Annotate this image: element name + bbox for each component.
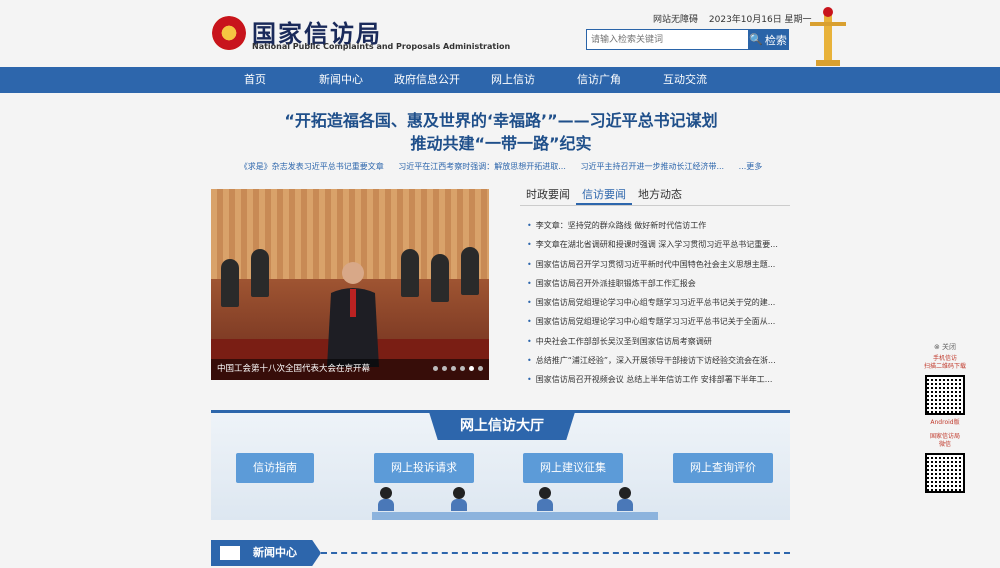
newspaper-icon [218,544,242,562]
section-divider [321,552,790,554]
list-item[interactable]: 总结推广“浦江经验”，深入开展领导干部接访下访经验交流会在浙... [527,351,782,370]
nav-news-center[interactable]: 新闻中心 [298,67,384,93]
national-emblem-icon [212,16,246,50]
list-item[interactable]: 国家信访局党组理论学习中心组专题学习习近平总书记关于党的建... [527,293,782,312]
headline[interactable]: “开拓造福各国、惠及世界的‘幸福路’”——习近平总书记谋划 推动共建“一带一路”… [212,109,790,155]
carousel-dot[interactable] [433,366,438,371]
online-suggestion-button[interactable]: 网上建议征集 [523,453,623,483]
news-list: 李文章：坚持党的群众路线 做好新时代信访工作 李文章在湖北省调研和授课时强调 深… [527,216,782,390]
current-date: 2023年10月16日 星期一 [708,15,812,25]
photo-person [431,254,449,302]
headline-line1[interactable]: “开拓造福各国、惠及世界的‘幸福路’”——习近平总书记谋划 [212,109,790,132]
site-title-english: National Public Complaints and Proposals… [252,42,511,51]
photo-main-figure [327,262,379,367]
headline-line2[interactable]: 推动共建“一带一路”纪实 [212,132,790,155]
carousel-dots [433,366,483,371]
android-label: Android版 [930,419,960,426]
photo-person [461,247,479,295]
qr-sidebar: ⊗ 关闭 手机信访 扫描二维码下载 Android版 国家信访局 微信 [920,343,970,497]
more-link[interactable]: ...更多 [739,162,763,171]
carousel-dot[interactable] [460,366,465,371]
search-icon: 🔍 [749,33,763,46]
carousel-dot-active[interactable] [469,366,474,371]
nav-interaction[interactable]: 互动交流 [642,67,728,93]
app-qr-code [925,375,965,415]
photo-carousel[interactable]: 中国工会第十八次全国代表大会在京开幕 [211,189,489,380]
mobile-app-label: 手机信访 扫描二维码下载 [923,355,966,370]
tab-local-news[interactable]: 地方动态 [632,185,688,205]
online-complaint-button[interactable]: 网上投诉请求 [374,453,474,483]
huabiao-pillar-icon [810,7,846,66]
news-tabs: 时政要闻 信访要闻 地方动态 [520,185,790,206]
list-item[interactable]: 国家信访局召开视频会议 总结上半年信访工作 安排部署下半年工... [527,370,782,389]
main-nav: 首页 新闻中心 政府信息公开 网上信访 信访广角 互动交流 [0,67,1000,93]
list-item[interactable]: 李文章在湖北省调研和授课时强调 深入学习贯彻习近平总书记重要... [527,235,782,254]
nav-home[interactable]: 首页 [212,67,298,93]
wechat-qr-code [925,453,965,493]
staff-figure-icon [537,487,553,511]
nav-petition-panorama[interactable]: 信访广角 [556,67,642,93]
nav-online-petition[interactable]: 网上信访 [470,67,556,93]
search-button[interactable]: 🔍 检索 [748,30,788,49]
tab-political-news[interactable]: 时政要闻 [520,185,576,205]
list-item[interactable]: 国家信访局召开学习贯彻习近平新时代中国特色社会主义思想主题... [527,255,782,274]
staff-figure-icon [451,487,467,511]
sub-headline-link[interactable]: 习近平主持召开进一步推动长江经济带... [580,162,724,171]
search-box: 🔍检索 [586,29,789,50]
search-button-label: 检索 [764,33,787,47]
search-input[interactable] [587,30,748,49]
list-item[interactable]: 国家信访局召开外派挂职锻炼干部工作汇报会 [527,274,782,293]
carousel-dot[interactable] [442,366,447,371]
staff-figure-icon [617,487,633,511]
carousel-dot[interactable] [478,366,483,371]
list-item[interactable]: 中央社会工作部部长吴汉圣到国家信访局考察调研 [527,332,782,351]
wechat-label: 国家信访局 微信 [929,433,960,448]
carousel-dot[interactable] [451,366,456,371]
list-item[interactable]: 国家信访局党组理论学习中心组专题学习习近平总书记关于全面从... [527,312,782,331]
close-button[interactable]: ⊗ 关闭 [920,343,970,351]
sub-headline-link[interactable]: 习近平在江西考察时强调：解放思想开拓进取... [398,162,566,171]
accessibility-link[interactable]: 网站无障碍 [653,15,698,25]
petition-guide-button[interactable]: 信访指南 [236,453,314,483]
tab-petition-news[interactable]: 信访要闻 [576,185,632,205]
staff-figure-icon [378,487,394,511]
reception-desk [372,512,658,520]
photo-person [251,249,269,297]
photo-person [221,259,239,307]
sub-headline-link[interactable]: 《求是》杂志发表习近平总书记重要文章 [240,162,384,171]
sub-headlines: 《求是》杂志发表习近平总书记重要文章 习近平在江西考察时强调：解放思想开拓进取.… [212,161,790,172]
top-links: 网站无障碍 2023年10月16日 星期一 [653,12,820,25]
photo-person [401,249,419,297]
online-query-button[interactable]: 网上查询评价 [673,453,773,483]
hall-title[interactable]: 网上信访大厅 [429,412,575,440]
nav-government-info[interactable]: 政府信息公开 [384,67,470,93]
list-item[interactable]: 李文章：坚持党的群众路线 做好新时代信访工作 [527,216,782,235]
